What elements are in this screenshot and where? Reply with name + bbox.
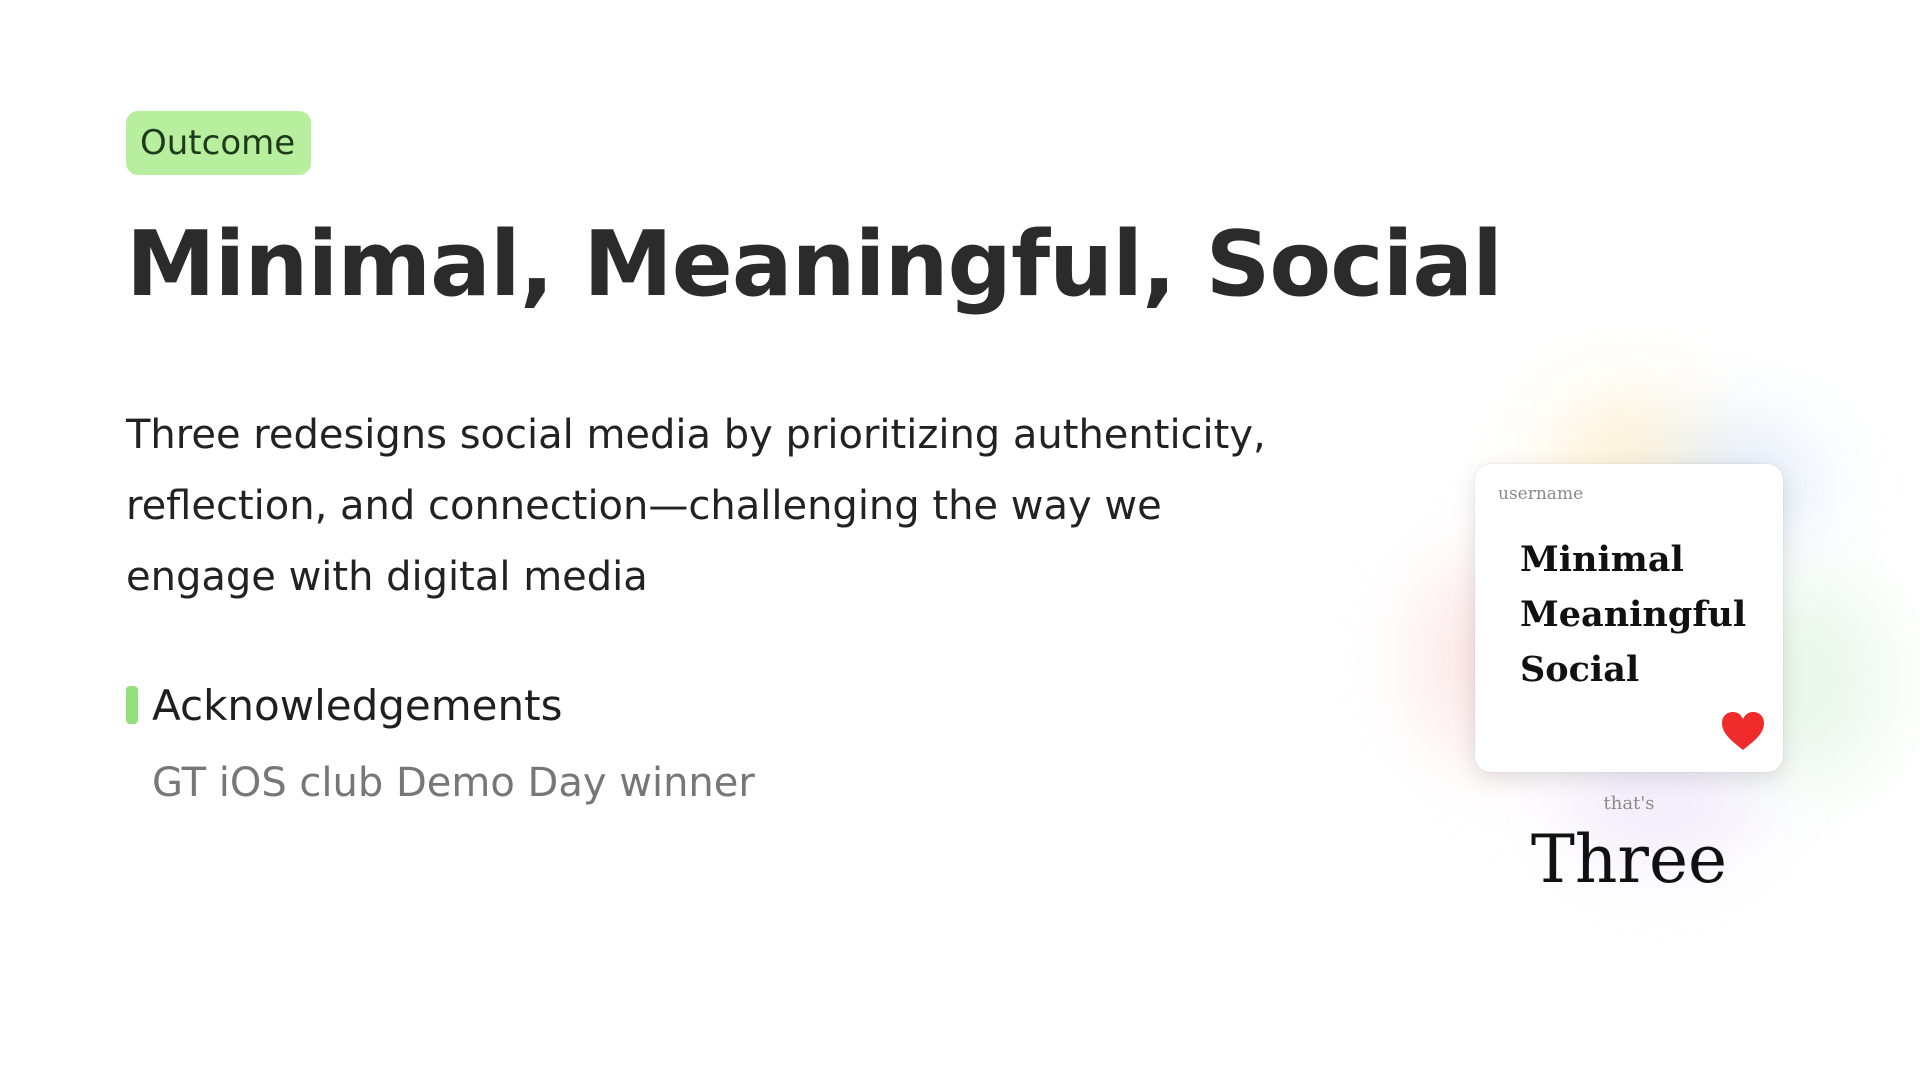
post-line-minimal: Minimal <box>1520 539 1684 580</box>
acknowledgements-heading: Acknowledgements <box>126 675 562 735</box>
app-preview: username Minimal Meaningful Social that'… <box>1380 380 1900 940</box>
app-name: Three <box>1530 821 1728 898</box>
accent-bar <box>126 686 138 724</box>
outcome-description: Three redesigns social media by prioriti… <box>126 412 1266 600</box>
post-line-social: Social <box>1520 649 1640 690</box>
caption-small: that's <box>1603 793 1655 814</box>
post-username: username <box>1498 484 1584 504</box>
post-card: username Minimal Meaningful Social <box>1475 464 1783 772</box>
outcome-badge: Outcome <box>126 111 312 175</box>
page-title: Minimal, Meaningful, Social <box>126 212 1503 317</box>
acknowledgement-item: GT iOS club Demo Day winner <box>152 760 755 806</box>
heart-icon <box>1722 712 1764 750</box>
acknowledgements-title: Acknowledgements <box>152 680 563 730</box>
post-line-meaningful: Meaningful <box>1520 594 1747 635</box>
